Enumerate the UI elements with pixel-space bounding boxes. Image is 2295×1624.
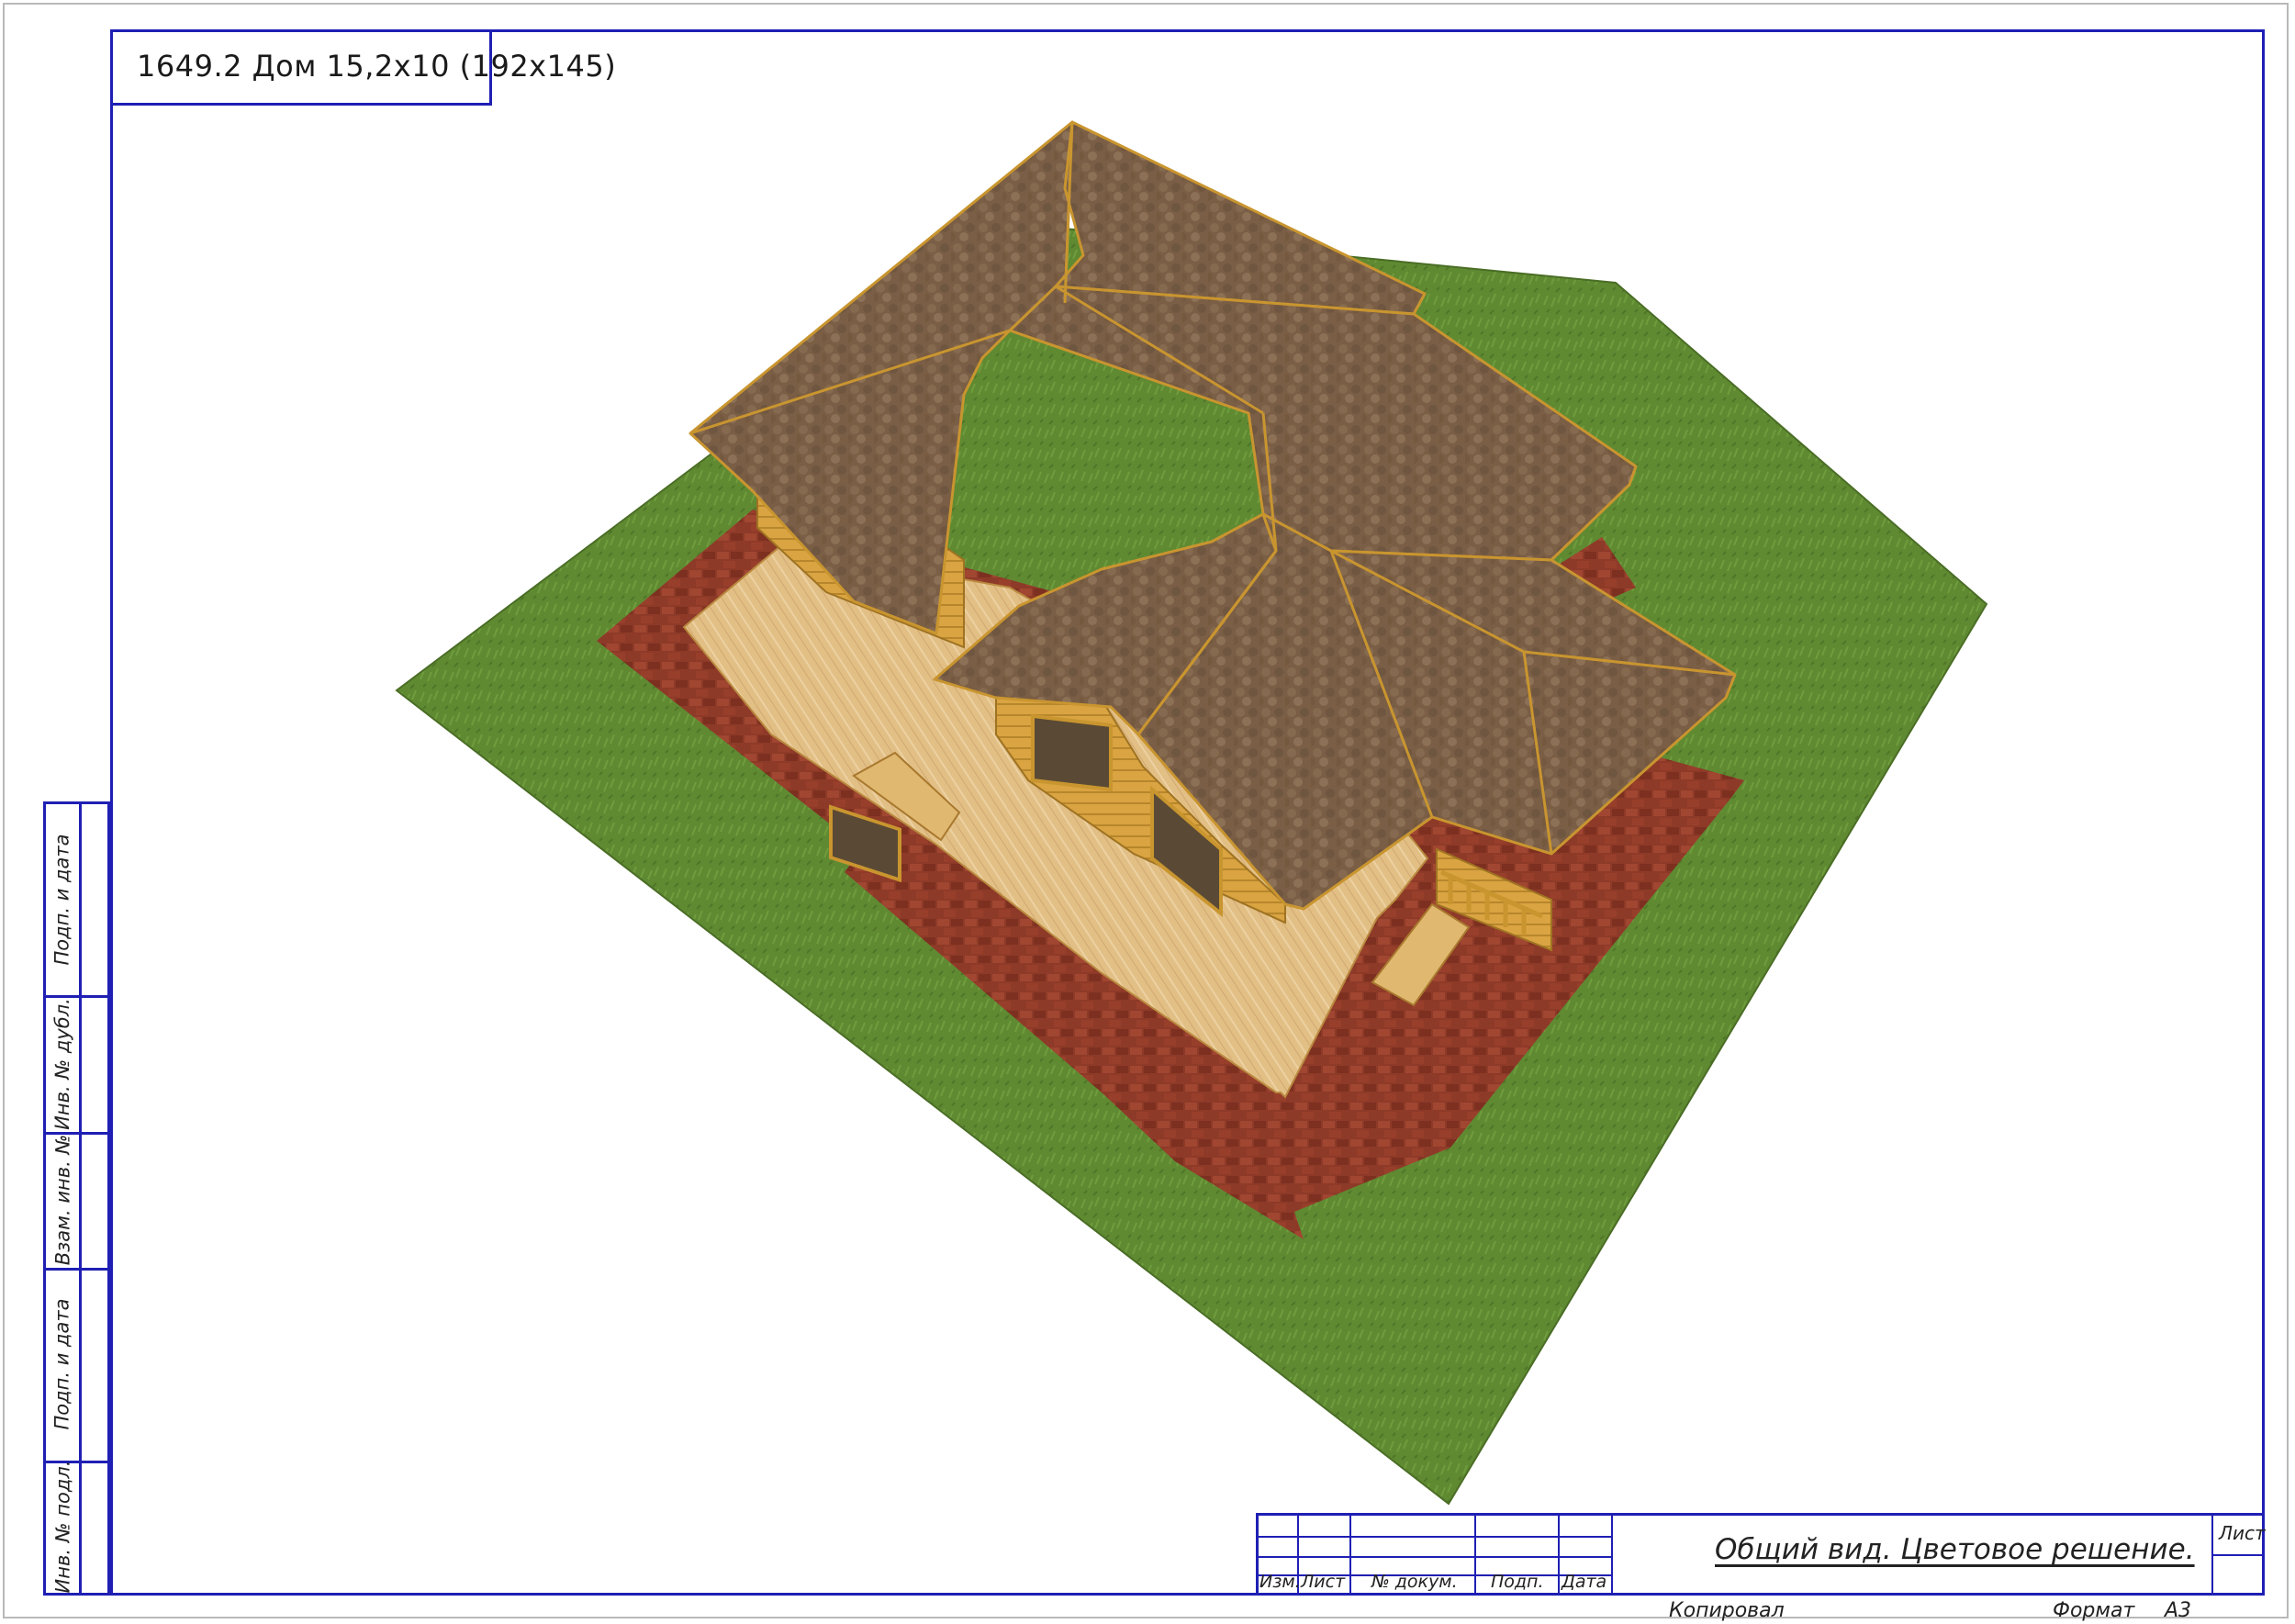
- side-stamp-label: Подп. и дата: [51, 1298, 73, 1430]
- tb-col-change: Изм.: [1259, 1572, 1301, 1592]
- tb-col-document: № докум.: [1371, 1572, 1458, 1592]
- side-stamp-cell: Подп. и дата: [46, 1268, 79, 1461]
- side-stamp-cell: Взам. инв. №: [46, 1132, 79, 1268]
- side-stamp-cell: Подп. и дата: [46, 804, 79, 995]
- side-stamp-label: Подп. и дата: [51, 834, 73, 966]
- drawing-title: Общий вид. Цветовое решение.: [1715, 1533, 2195, 1566]
- sheet-label: Лист: [2219, 1522, 2266, 1544]
- side-stamp-label: Инв. № подл.: [51, 1460, 74, 1594]
- tb-col-date: Дата: [1562, 1572, 1607, 1592]
- tb-col-signature: Подп.: [1491, 1572, 1544, 1592]
- tb-col-sheet: Лист: [1301, 1572, 1346, 1592]
- title-block-line: [1349, 1516, 1351, 1593]
- side-stamp-inner-line: [79, 804, 82, 1593]
- title-box: 1649.2 Дом 15,2х10 (192х145): [110, 29, 616, 106]
- title-block-line: [1259, 1536, 1611, 1538]
- title-block-line: [1611, 1516, 1613, 1593]
- side-stamp-label: Инв. № дубл.: [51, 997, 73, 1130]
- title-block-line: [1558, 1516, 1560, 1593]
- copied-label: Копировал: [1669, 1599, 1785, 1622]
- title-block-line: [1474, 1516, 1476, 1593]
- side-stamp-label: Взам. инв. №: [51, 1134, 73, 1266]
- side-stamp-cell: Инв. № дубл.: [46, 995, 79, 1132]
- side-stamp: Подп. и дата Инв. № дубл. Взам. инв. № П…: [43, 801, 110, 1596]
- title-block-line: [1259, 1556, 1611, 1558]
- drawing-number-title: 1649.2 Дом 15,2х10 (192х145): [137, 49, 617, 84]
- format-value: А3: [2165, 1599, 2192, 1622]
- drawing-frame: [110, 29, 2265, 1596]
- format-label: Формат: [2053, 1599, 2135, 1622]
- side-stamp-cell: Инв. № подл.: [46, 1460, 79, 1594]
- title-block-line: [2211, 1554, 2265, 1556]
